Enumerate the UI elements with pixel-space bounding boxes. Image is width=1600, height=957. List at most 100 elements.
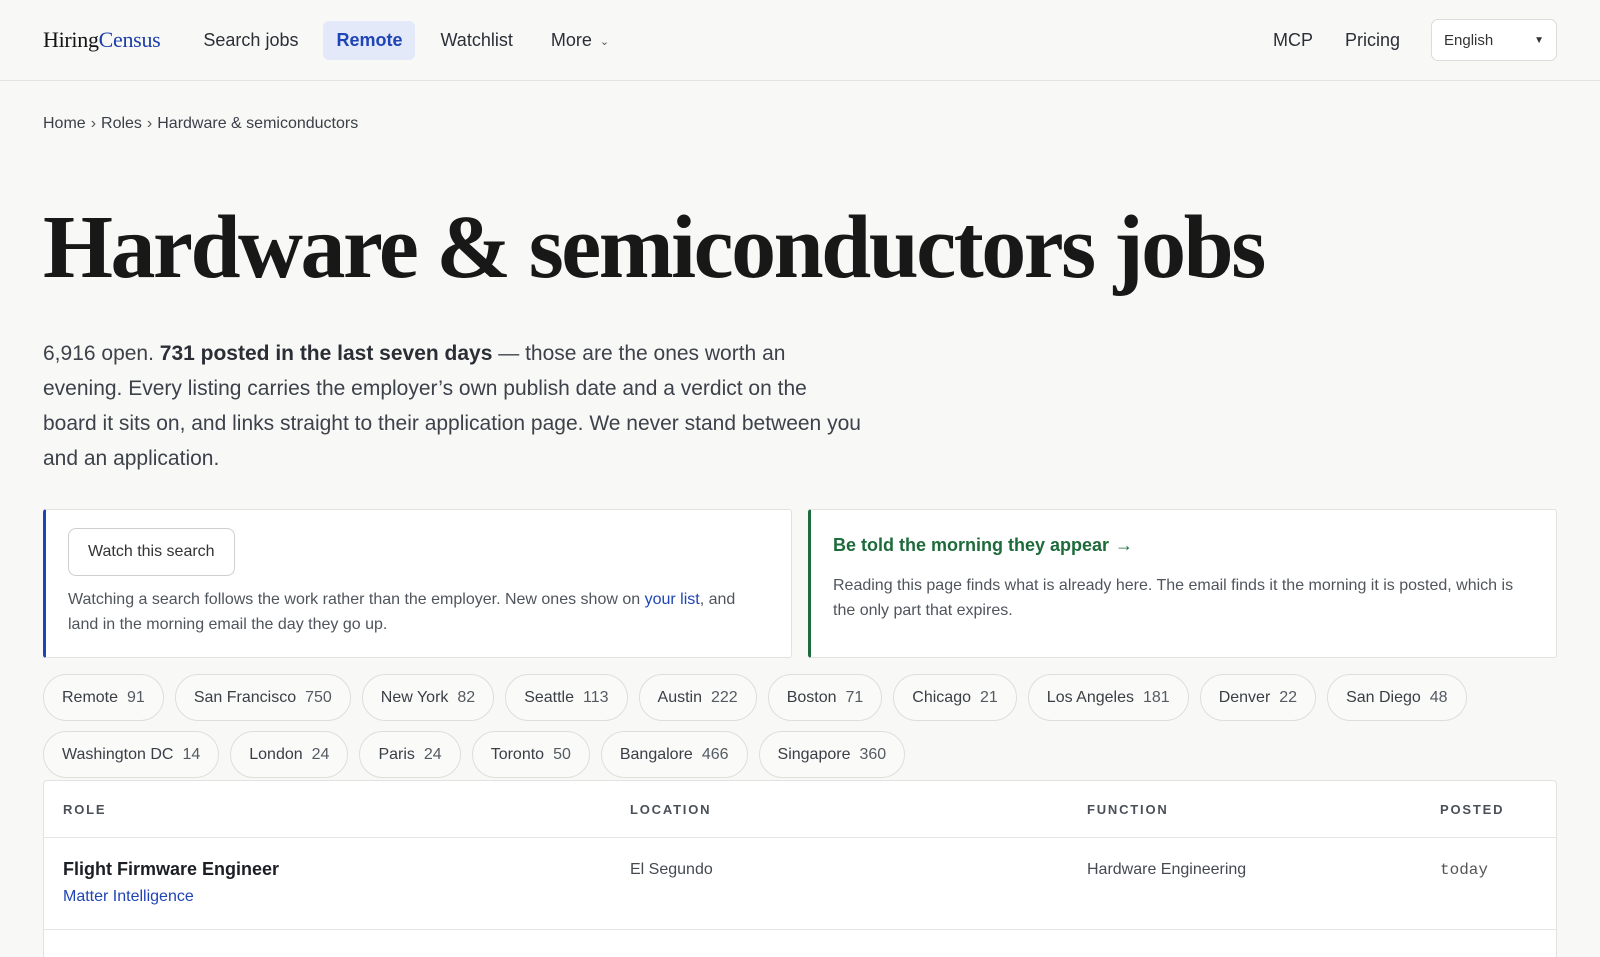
location-chip-count: 22 — [1279, 688, 1298, 706]
location-chip-name: Seattle — [524, 688, 574, 706]
your-list-link[interactable]: your list — [645, 591, 700, 608]
watch-text-before: Watching a search follows the work rathe… — [68, 591, 645, 608]
location-chip[interactable]: Seattle 113 — [505, 674, 628, 721]
location-chip-name: Bangalore — [619, 745, 693, 763]
location-chip-name: Washington DC — [62, 745, 174, 763]
location-cell: El Segundo — [630, 861, 713, 878]
location-chip[interactable]: New York 82 — [361, 674, 495, 721]
job-title-link[interactable]: Flight Firmware Engineer — [63, 859, 630, 880]
intro-paragraph: 6,916 open. 731 posted in the last seven… — [43, 336, 863, 476]
location-chip-count: 750 — [305, 688, 332, 706]
breadcrumb-home[interactable]: Home — [43, 115, 86, 133]
location-chip[interactable]: Toronto 50 — [471, 731, 590, 778]
location-chip-name: Paris — [378, 745, 415, 763]
role-cell: Flight Firmware Engineer Matter Intellig… — [44, 859, 630, 906]
callout-cards: Watch this search Watching a search foll… — [43, 509, 1557, 658]
jobs-table: ROLE LOCATION FUNCTION POSTED Flight Fir… — [43, 780, 1557, 957]
watch-search-card: Watch this search Watching a search foll… — [43, 509, 792, 658]
location-chip-name: San Francisco — [193, 688, 297, 706]
top-navigation-bar: Hiring Census Search jobs Remote Watchlis… — [0, 0, 1600, 81]
hiringcensus-logo[interactable]: Hiring Census — [43, 27, 161, 53]
location-chip-count: 50 — [553, 745, 571, 763]
location-chip[interactable]: Denver 22 — [1199, 674, 1317, 721]
location-chip-count: 24 — [423, 745, 442, 763]
breadcrumb-current: Hardware & semiconductors — [157, 115, 359, 132]
location-chip-name: Austin — [657, 688, 702, 706]
email-alert-description: Reading this page finds what is already … — [833, 577, 1514, 619]
page-title: Hardware & semiconductors jobs — [43, 198, 1266, 297]
table-row[interactable] — [44, 930, 1556, 957]
breadcrumb-separator: › — [90, 115, 97, 132]
language-select[interactable]: English ▼ — [1431, 19, 1557, 61]
location-chip-count: 181 — [1142, 688, 1170, 706]
column-header-location[interactable]: LOCATION — [630, 802, 1087, 817]
watch-search-description: Watching a search follows the work rathe… — [68, 587, 769, 637]
location-chip-name: San Diego — [1346, 688, 1421, 706]
location-chip[interactable]: Austin 222 — [638, 674, 757, 721]
location-chip[interactable]: Washington DC 14 — [43, 731, 220, 778]
location-chip[interactable]: San Francisco 750 — [174, 674, 351, 721]
watch-search-button[interactable]: Watch this search — [68, 528, 235, 576]
chevron-down-icon: ⌄ — [599, 35, 610, 48]
nav-more-dropdown[interactable]: More ⌄ — [538, 21, 622, 60]
intro-recent-count: 731 posted in the last seven days — [159, 342, 493, 365]
location-chip-count: 113 — [583, 688, 609, 706]
location-chip-count: 466 — [701, 745, 729, 763]
location-chip-name: Remote — [62, 688, 119, 706]
location-chip-count: 48 — [1429, 688, 1448, 706]
location-chip[interactable]: Singapore 360 — [758, 731, 906, 778]
location-chip-name: New York — [380, 688, 449, 706]
email-alert-title: Be told the morning they appear — [833, 535, 1110, 555]
column-header-role[interactable]: ROLE — [44, 802, 630, 817]
breadcrumb-roles[interactable]: Roles — [101, 115, 142, 133]
nav-remote[interactable]: Remote — [323, 20, 416, 60]
nav-watchlist[interactable]: Watchlist — [427, 21, 525, 60]
location-chip-count: 24 — [311, 745, 330, 763]
location-chip-count: 14 — [182, 745, 201, 763]
location-chip-count: 91 — [127, 688, 145, 706]
column-header-posted[interactable]: POSTED — [1440, 802, 1556, 817]
location-chip[interactable]: San Diego 48 — [1327, 674, 1467, 721]
location-chip-count: 71 — [845, 688, 864, 706]
nav-pricing[interactable]: Pricing — [1332, 21, 1413, 60]
location-chip[interactable]: Bangalore 466 — [600, 731, 748, 778]
email-alert-link[interactable]: Be told the morning they appear → — [833, 535, 1534, 556]
location-chip[interactable]: Los Angeles 181 — [1027, 674, 1189, 721]
location-filter-chips: Remote 91 San Francisco 750 New York 82 Seattl… — [43, 674, 1503, 778]
intro-open-count: 6,916 open. — [43, 342, 154, 365]
location-chip-count: 222 — [710, 688, 738, 706]
nav-mcp[interactable]: MCP — [1260, 21, 1326, 60]
secondary-nav: MCP Pricing — [1260, 21, 1413, 60]
location-chip-name: Denver — [1218, 688, 1271, 706]
company-link[interactable]: Matter Intelligence — [63, 888, 630, 906]
location-chip-name: Chicago — [912, 688, 971, 706]
location-chip-count: 360 — [859, 745, 887, 763]
logo-text-census: Census — [98, 27, 161, 52]
location-chip-name: Singapore — [777, 745, 851, 763]
breadcrumb: Home › Roles › Hardware & semiconductors — [43, 115, 1557, 133]
location-chip[interactable]: Chicago 21 — [893, 674, 1017, 721]
table-row[interactable]: Flight Firmware Engineer Matter Intellig… — [44, 838, 1556, 930]
location-chip-name: London — [249, 745, 303, 763]
posted-cell: today — [1440, 861, 1489, 879]
table-header: ROLE LOCATION FUNCTION POSTED — [44, 781, 1556, 838]
logo-text-hiring: Hiring — [43, 27, 99, 52]
location-chip-count: 82 — [457, 688, 476, 706]
nav-search-jobs[interactable]: Search jobs — [190, 21, 311, 60]
column-header-function[interactable]: FUNCTION — [1087, 802, 1440, 817]
location-chip-name: Toronto — [490, 745, 545, 763]
nav-more-label: More — [550, 29, 592, 50]
email-alert-card: Be told the morning they appear → Reading… — [808, 509, 1557, 658]
location-chip-name: Boston — [786, 688, 837, 706]
location-chip[interactable]: Remote 91 — [43, 674, 164, 721]
location-chip[interactable]: Boston 71 — [767, 674, 883, 721]
caret-down-icon: ▼ — [1534, 34, 1544, 46]
location-chip-name: Los Angeles — [1046, 688, 1134, 706]
location-chip-count: 21 — [980, 688, 998, 706]
primary-nav: Search jobs Remote Watchlist More ⌄ — [190, 20, 622, 60]
language-select-value: English — [1444, 31, 1494, 49]
location-chip[interactable]: London 24 — [230, 731, 349, 778]
location-chip[interactable]: Paris 24 — [359, 731, 461, 778]
main-content: Home › Roles › Hardware & semiconductors… — [0, 115, 1600, 957]
breadcrumb-separator: › — [146, 115, 153, 132]
